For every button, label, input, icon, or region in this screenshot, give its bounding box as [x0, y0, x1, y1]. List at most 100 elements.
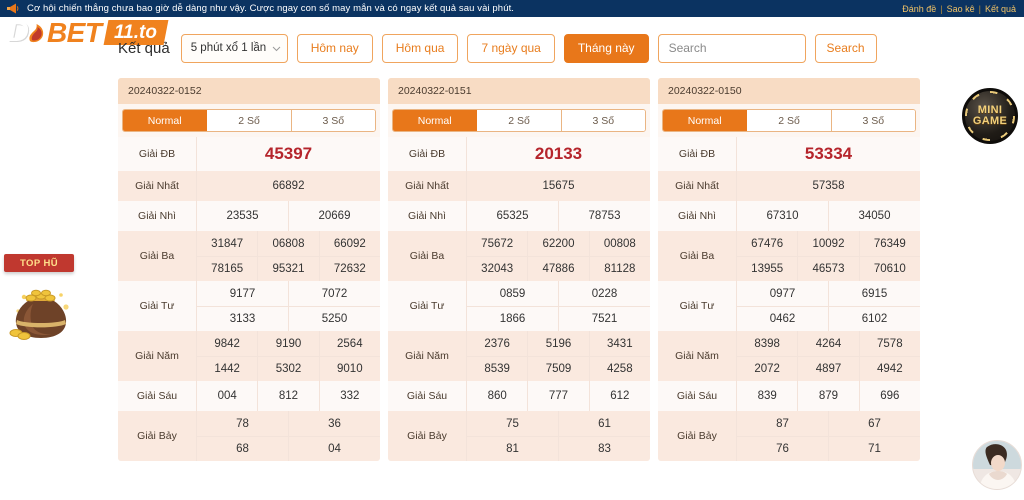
prize-values: 78 36 68 04: [196, 411, 380, 461]
prize-row: Giải Ba 67476 10092 76349 13955 46573 70610: [658, 231, 920, 281]
announcement-text: Cơ hội chiến thắng chưa bao giờ dễ dàng …: [27, 3, 515, 14]
prize-line: 68 04: [196, 436, 380, 461]
tophu-widget[interactable]: TOP HŨ: [4, 254, 78, 343]
prize-number: 76: [736, 437, 828, 461]
prize-number: 612: [588, 381, 650, 411]
prize-number: 2072: [736, 357, 797, 381]
tab-2-số[interactable]: 2 Số: [477, 110, 562, 131]
prize-values: 8398 4264 7578 2072 4897 4942: [736, 331, 920, 381]
prize-row: Giải Ba 31847 06808 66092 78165 95321 72632: [118, 231, 380, 281]
prize-label: Giải Nhì: [138, 210, 176, 222]
tab-normal[interactable]: Normal: [393, 110, 478, 131]
prize-number: 70610: [858, 257, 920, 281]
prize-number: 20669: [288, 201, 380, 231]
prize-line: 75672 62200 00808: [466, 231, 650, 256]
tab-normal[interactable]: Normal: [663, 110, 748, 131]
logo-letter-d: D: [8, 16, 29, 48]
prize-row: Giải Nhất 15675: [388, 171, 650, 201]
prize-line: 8539 7509 4258: [466, 356, 650, 381]
prize-label: Giải Sáu: [136, 390, 178, 402]
prize-number: 1442: [196, 357, 257, 381]
prize-number: 31847: [196, 231, 257, 256]
prize-row: Giải Tư 9177 7072 3133 5250: [118, 281, 380, 331]
interval-select[interactable]: 5 phút xổ 1 lần: [180, 33, 288, 63]
prize-values: 860 777 612: [466, 381, 650, 411]
prize-label: Giải Bảy: [407, 430, 447, 442]
prize-number: 0228: [558, 281, 650, 306]
results-card-list: 20240322-0152 Normal 2 Số 3 Số Giải ĐB 45397 G…: [118, 78, 920, 461]
prize-number: 5196: [527, 331, 588, 356]
prize-label: Giải Ba: [409, 250, 445, 262]
result-card: 20240322-0150 Normal 2 Số 3 Số Giải ĐB 53334 G…: [658, 78, 920, 461]
prize-line: 78165 95321 72632: [196, 256, 380, 281]
prize-number: 57358: [736, 171, 920, 201]
prize-line: 57358: [736, 171, 920, 201]
prize-number: 0859: [466, 281, 558, 306]
prize-number: 2376: [466, 331, 527, 356]
prize-number: 87: [736, 411, 828, 436]
prize-number: 67: [828, 411, 920, 436]
search-input[interactable]: [657, 33, 806, 63]
tab-3-số[interactable]: 3 Số: [291, 110, 375, 131]
prize-values: 0859 0228 1866 7521: [466, 281, 650, 331]
filter-button-this-month[interactable]: Tháng này: [563, 33, 649, 63]
prize-number: 332: [318, 381, 380, 411]
prize-row: Giải Bảy 75 61 81 83: [388, 411, 650, 461]
prize-line: 45397: [196, 137, 380, 171]
prize-label: Giải Ba: [139, 250, 175, 262]
prize-row: Giải Năm 8398 4264 7578 2072 4897 4942: [658, 331, 920, 381]
prize-row: Giải Nhì 67310 34050: [658, 201, 920, 231]
filter-button-last-7-days[interactable]: 7 ngày qua: [467, 33, 555, 63]
prize-number: 10092: [797, 231, 858, 256]
tab-2-số[interactable]: 2 Số: [207, 110, 292, 131]
tab-3-số[interactable]: 3 Số: [561, 110, 645, 131]
prize-values: 004 812 332: [196, 381, 380, 411]
announcement-links[interactable]: Đánh đề | Sao kê | Kết quả: [902, 4, 1018, 14]
prize-number: 75: [466, 411, 558, 436]
prize-label: Giải Tư: [409, 300, 445, 312]
prize-label: Giải Nhì: [408, 210, 446, 222]
prize-number: 4942: [858, 357, 920, 381]
minigame-widget[interactable]: MINI GAME: [962, 88, 1018, 144]
prize-number: 696: [858, 381, 920, 411]
avatar[interactable]: [972, 440, 1022, 490]
nav-separator-1: |: [940, 3, 943, 14]
tab-normal[interactable]: Normal: [123, 110, 208, 131]
prize-line: 78 36: [196, 411, 380, 436]
prize-line: 87 67: [736, 411, 920, 436]
filter-button-yesterday[interactable]: Hôm qua: [381, 33, 459, 63]
filter-button-today[interactable]: Hôm nay: [296, 33, 373, 63]
prize-values: 53334: [736, 137, 920, 171]
prize-number: 04: [288, 437, 380, 461]
prize-label: Giải Bảy: [137, 430, 177, 442]
prize-number: 9177: [196, 281, 288, 306]
prize-number: 81: [466, 437, 558, 461]
prize-label: Giải Tư: [679, 300, 715, 312]
prize-number: 61: [558, 411, 650, 436]
prize-line: 0977 6915: [736, 281, 920, 306]
prize-number: 15675: [466, 171, 650, 201]
poker-chip-icon: MINI GAME: [973, 105, 1007, 127]
prize-row: Giải Sáu 860 777 612: [388, 381, 650, 411]
prize-line: 20133: [466, 137, 650, 171]
prize-number: 7509: [527, 357, 588, 381]
tab-2-số[interactable]: 2 Số: [747, 110, 832, 131]
prize-line: 2072 4897 4942: [736, 356, 920, 381]
prize-label: Giải Ba: [679, 250, 715, 262]
nav-link-danh-de[interactable]: Đánh đề: [902, 4, 936, 14]
nav-link-ket-qua[interactable]: Kết quả: [985, 4, 1016, 14]
prize-line: 1442 5302 9010: [196, 356, 380, 381]
prize-row: Giải ĐB 20133: [388, 137, 650, 171]
search-button[interactable]: Search: [814, 33, 877, 63]
tab-3-số[interactable]: 3 Số: [831, 110, 915, 131]
result-card-tabs: Normal 2 Số 3 Số: [662, 109, 916, 132]
nav-link-sao-ke[interactable]: Sao kê: [947, 4, 975, 14]
flame-icon: [26, 22, 46, 44]
prize-number: 2564: [318, 331, 380, 356]
prize-line: 839 879 696: [736, 381, 920, 411]
prize-number: 8398: [736, 331, 797, 356]
results-label: Kết quả: [118, 39, 170, 57]
minigame-line-2: GAME: [972, 115, 1008, 127]
prize-number: 8539: [466, 357, 527, 381]
prize-number: 860: [466, 381, 527, 411]
